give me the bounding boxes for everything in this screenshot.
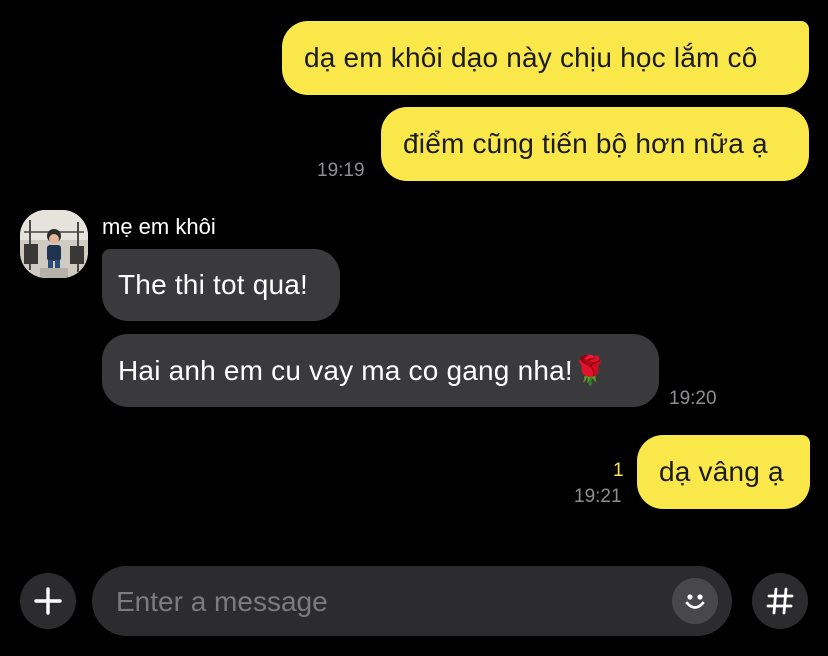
sender-avatar[interactable] xyxy=(20,210,88,278)
message-timestamp: 19:20 xyxy=(669,388,717,409)
avatar-photo-icon xyxy=(20,210,88,278)
message-timestamp: 19:19 xyxy=(317,160,365,181)
add-attachment-button[interactable] xyxy=(20,573,76,629)
message-text: The thi tot qua! xyxy=(118,269,308,300)
message-composer xyxy=(0,566,828,638)
plus-icon xyxy=(34,587,62,615)
chat-screen: dạ em khôi dạo này chịu học lắm cô điểm … xyxy=(0,0,828,656)
message-timestamp: 19:21 xyxy=(574,486,622,507)
message-bubble-incoming[interactable]: The thi tot qua! xyxy=(102,249,340,321)
message-text: điểm cũng tiến bộ hơn nữa ạ xyxy=(403,128,768,159)
message-text: dạ vâng ạ xyxy=(659,456,784,487)
message-input-container[interactable] xyxy=(92,566,732,638)
message-bubble-outgoing[interactable]: dạ em khôi dạo này chịu học lắm cô xyxy=(282,21,809,95)
message-text: dạ em khôi dạo này chịu học lắm cô xyxy=(304,42,758,73)
message-text: Hai anh em cu vay ma co gang nha!🌹 xyxy=(118,355,608,386)
hashtag-button[interactable] xyxy=(752,573,808,629)
hashtag-icon xyxy=(766,587,794,615)
message-bubble-incoming[interactable]: Hai anh em cu vay ma co gang nha!🌹 xyxy=(102,334,659,407)
message-input[interactable] xyxy=(114,566,658,638)
smiley-icon xyxy=(685,594,705,609)
unread-count: 1 xyxy=(613,460,624,481)
sender-name: mẹ em khôi xyxy=(102,214,216,239)
emoji-button[interactable] xyxy=(672,578,718,624)
message-bubble-outgoing[interactable]: điểm cũng tiến bộ hơn nữa ạ xyxy=(381,107,809,181)
message-bubble-outgoing[interactable]: dạ vâng ạ xyxy=(637,435,810,509)
